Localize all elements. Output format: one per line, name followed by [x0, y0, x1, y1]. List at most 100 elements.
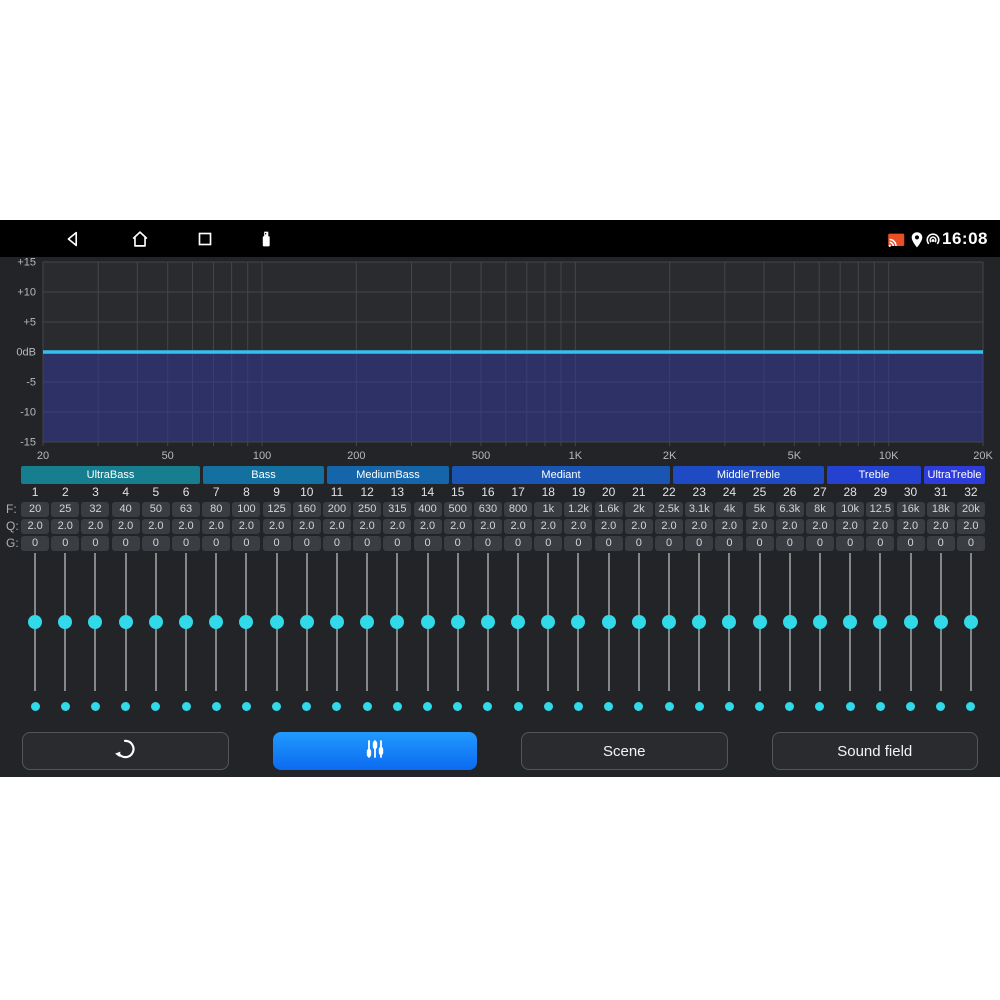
frequency-box-value[interactable]: 5k: [746, 502, 774, 517]
frequency-box[interactable]: 1.2k: [563, 501, 593, 517]
gain-box-value[interactable]: 0: [202, 536, 230, 551]
q-factor-box-value[interactable]: 2.0: [51, 519, 79, 534]
frequency-box-value[interactable]: 8k: [806, 502, 834, 517]
frequency-box[interactable]: 100: [231, 501, 261, 517]
gain-slider[interactable]: [684, 553, 714, 691]
gain-slider[interactable]: [956, 553, 986, 691]
gain-slider[interactable]: [714, 553, 744, 691]
frequency-box-value[interactable]: 200: [323, 502, 351, 517]
slider-knob[interactable]: [662, 615, 676, 629]
gain-slider[interactable]: [865, 553, 895, 691]
slider-knob[interactable]: [783, 615, 797, 629]
gain-slider[interactable]: [141, 553, 171, 691]
gain-box[interactable]: 0: [141, 535, 171, 551]
gain-box[interactable]: 0: [201, 535, 231, 551]
frequency-box-value[interactable]: 10k: [836, 502, 864, 517]
slider-knob[interactable]: [964, 615, 978, 629]
gain-box-value[interactable]: 0: [353, 536, 381, 551]
slider-knob[interactable]: [481, 615, 495, 629]
gain-box[interactable]: 0: [20, 535, 50, 551]
q-factor-box[interactable]: 2.0: [805, 518, 835, 534]
gain-slider[interactable]: [563, 553, 593, 691]
q-factor-box-value[interactable]: 2.0: [957, 519, 985, 534]
gain-box-value[interactable]: 0: [625, 536, 653, 551]
frequency-box[interactable]: 12.5: [865, 501, 895, 517]
gain-box-value[interactable]: 0: [685, 536, 713, 551]
gain-box[interactable]: 0: [775, 535, 805, 551]
slider-knob[interactable]: [722, 615, 736, 629]
gain-slider[interactable]: [654, 553, 684, 691]
q-factor-box-value[interactable]: 2.0: [595, 519, 623, 534]
gain-slider[interactable]: [80, 553, 110, 691]
q-factor-box-value[interactable]: 2.0: [172, 519, 200, 534]
frequency-box-value[interactable]: 500: [444, 502, 472, 517]
gain-box[interactable]: 0: [624, 535, 654, 551]
gain-box-value[interactable]: 0: [383, 536, 411, 551]
gain-box[interactable]: 0: [594, 535, 624, 551]
slider-knob[interactable]: [602, 615, 616, 629]
gain-slider[interactable]: [231, 553, 261, 691]
q-factor-box-value[interactable]: 2.0: [81, 519, 109, 534]
slider-knob[interactable]: [119, 615, 133, 629]
home-icon[interactable]: [128, 227, 152, 251]
q-factor-box[interactable]: 2.0: [956, 518, 986, 534]
gain-box-value[interactable]: 0: [534, 536, 562, 551]
gain-box[interactable]: 0: [684, 535, 714, 551]
gain-box[interactable]: 0: [231, 535, 261, 551]
slider-knob[interactable]: [390, 615, 404, 629]
frequency-box-value[interactable]: 315: [383, 502, 411, 517]
gain-box-value[interactable]: 0: [21, 536, 49, 551]
q-factor-box-value[interactable]: 2.0: [142, 519, 170, 534]
slider-knob[interactable]: [421, 615, 435, 629]
frequency-box[interactable]: 40: [111, 501, 141, 517]
q-factor-box[interactable]: 2.0: [835, 518, 865, 534]
gain-box-value[interactable]: 0: [474, 536, 502, 551]
frequency-box-value[interactable]: 40: [112, 502, 140, 517]
gain-box[interactable]: 0: [412, 535, 442, 551]
gain-slider[interactable]: [20, 553, 50, 691]
gain-box[interactable]: 0: [533, 535, 563, 551]
frequency-box[interactable]: 400: [412, 501, 442, 517]
q-factor-box-value[interactable]: 2.0: [504, 519, 532, 534]
q-factor-box-value[interactable]: 2.0: [685, 519, 713, 534]
gain-box[interactable]: 0: [895, 535, 925, 551]
gain-box[interactable]: 0: [805, 535, 835, 551]
frequency-box[interactable]: 32: [80, 501, 110, 517]
q-factor-box-value[interactable]: 2.0: [293, 519, 321, 534]
frequency-box-value[interactable]: 800: [504, 502, 532, 517]
gain-slider[interactable]: [443, 553, 473, 691]
q-factor-box-value[interactable]: 2.0: [866, 519, 894, 534]
slider-knob[interactable]: [179, 615, 193, 629]
slider-knob[interactable]: [571, 615, 585, 629]
q-factor-box[interactable]: 2.0: [262, 518, 292, 534]
q-factor-box-value[interactable]: 2.0: [323, 519, 351, 534]
gain-box-value[interactable]: 0: [504, 536, 532, 551]
q-factor-box-value[interactable]: 2.0: [383, 519, 411, 534]
frequency-box[interactable]: 8k: [805, 501, 835, 517]
q-factor-box[interactable]: 2.0: [50, 518, 80, 534]
frequency-box-value[interactable]: 125: [263, 502, 291, 517]
frequency-box[interactable]: 20: [20, 501, 50, 517]
frequency-box-value[interactable]: 1.6k: [595, 502, 623, 517]
slider-knob[interactable]: [692, 615, 706, 629]
gain-box[interactable]: 0: [262, 535, 292, 551]
frequency-box[interactable]: 2k: [624, 501, 654, 517]
q-factor-box-value[interactable]: 2.0: [444, 519, 472, 534]
slider-knob[interactable]: [209, 615, 223, 629]
gain-box-value[interactable]: 0: [927, 536, 955, 551]
gain-box-value[interactable]: 0: [746, 536, 774, 551]
slider-knob[interactable]: [88, 615, 102, 629]
slider-knob[interactable]: [330, 615, 344, 629]
q-factor-box-value[interactable]: 2.0: [836, 519, 864, 534]
q-factor-box-value[interactable]: 2.0: [927, 519, 955, 534]
gain-slider[interactable]: [594, 553, 624, 691]
q-factor-box[interactable]: 2.0: [895, 518, 925, 534]
gain-box[interactable]: 0: [926, 535, 956, 551]
gain-box[interactable]: 0: [503, 535, 533, 551]
q-factor-box[interactable]: 2.0: [231, 518, 261, 534]
frequency-box[interactable]: 250: [352, 501, 382, 517]
eq-button[interactable]: [273, 732, 478, 770]
frequency-box-value[interactable]: 2k: [625, 502, 653, 517]
frequency-box[interactable]: 25: [50, 501, 80, 517]
gain-slider[interactable]: [473, 553, 503, 691]
